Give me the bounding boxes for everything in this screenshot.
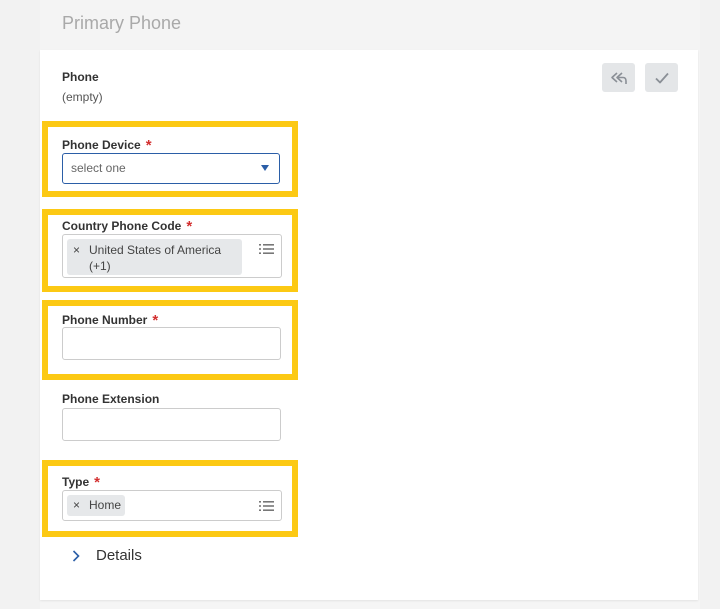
type-chip-text: Home [89, 498, 122, 512]
list-icon[interactable] [259, 500, 274, 512]
section-title: Primary Phone [62, 13, 182, 33]
undo-arrow-icon [610, 71, 627, 84]
country-code-field[interactable]: × United States of America (+1) [62, 234, 282, 278]
phone-number-label: Phone Number * [62, 311, 158, 329]
country-code-label-text: Country Phone Code [62, 219, 182, 233]
phone-extension-label: Phone Extension [62, 392, 160, 406]
phone-edit-card: Phone (empty) Phone Device * select one C… [40, 50, 698, 600]
required-asterisk: * [145, 137, 152, 154]
country-chip-line2: (+1) [89, 259, 111, 273]
type-label: Type * [62, 473, 100, 491]
type-label-text: Type [62, 475, 90, 489]
required-asterisk: * [186, 218, 193, 235]
details-label: Details [96, 547, 142, 564]
phone-extension-input[interactable] [62, 408, 281, 441]
chevron-right-icon [72, 550, 80, 562]
list-icon[interactable] [259, 243, 274, 255]
phone-device-select[interactable]: select one [62, 153, 280, 184]
remove-type-chip-icon[interactable]: × [73, 498, 80, 512]
country-chip-line1: United States of America [89, 243, 222, 257]
check-icon [654, 72, 669, 83]
details-toggle[interactable]: Details [68, 544, 188, 568]
phone-label: Phone [62, 70, 99, 84]
phone-number-input[interactable] [62, 327, 281, 360]
section-header: Primary Phone [40, 0, 700, 50]
revert-button[interactable] [602, 63, 635, 92]
remove-country-chip-icon[interactable]: × [73, 243, 80, 257]
country-chip: × United States of America (+1) [67, 239, 242, 275]
phone-number-label-text: Phone Number [62, 313, 148, 327]
type-field[interactable]: × Home [62, 490, 282, 521]
confirm-button[interactable] [645, 63, 678, 92]
phone-value: (empty) [62, 90, 103, 104]
required-asterisk: * [94, 474, 100, 491]
caret-down-icon [261, 165, 269, 171]
country-code-label: Country Phone Code * [62, 217, 193, 235]
type-chip: × Home [67, 495, 125, 516]
phone-device-selected-value: select one [71, 161, 126, 175]
phone-device-label-text: Phone Device [62, 138, 141, 152]
phone-device-label: Phone Device * [62, 136, 152, 154]
